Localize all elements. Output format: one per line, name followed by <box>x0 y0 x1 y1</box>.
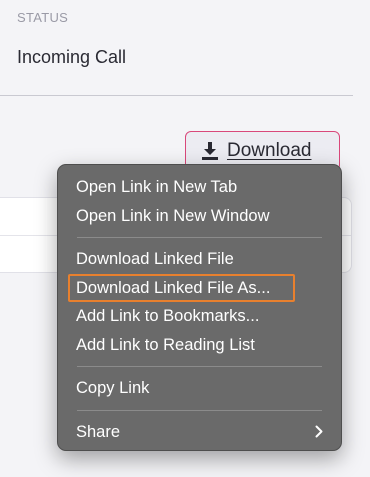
menu-item-add-to-bookmarks[interactable]: Add Link to Bookmarks... <box>58 302 341 331</box>
menu-item-download-linked-file-as[interactable]: Download Linked File As... <box>58 273 341 302</box>
menu-separator <box>77 409 322 411</box>
menu-item-open-new-window[interactable]: Open Link in New Window <box>58 202 341 231</box>
menu-item-share[interactable]: Share <box>58 418 341 447</box>
menu-item-copy-link[interactable]: Copy Link <box>58 374 341 403</box>
menu-separator <box>77 366 322 367</box>
status-label: STATUS <box>17 10 69 25</box>
context-menu: Open Link in New Tab Open Link in New Wi… <box>57 164 342 451</box>
status-value: Incoming Call <box>17 47 127 67</box>
menu-item-download-linked-file[interactable]: Download Linked File <box>58 245 341 274</box>
divider <box>0 95 353 96</box>
download-icon <box>201 141 219 161</box>
chevron-right-icon <box>313 418 325 447</box>
menu-item-open-new-tab[interactable]: Open Link in New Tab <box>58 173 341 202</box>
download-label: Download <box>227 140 312 161</box>
menu-item-add-to-reading-list[interactable]: Add Link to Reading List <box>58 331 341 360</box>
menu-item-share-label: Share <box>76 422 121 441</box>
menu-item-download-linked-file-as-label: Download Linked File As... <box>76 278 271 297</box>
menu-separator <box>77 237 322 238</box>
